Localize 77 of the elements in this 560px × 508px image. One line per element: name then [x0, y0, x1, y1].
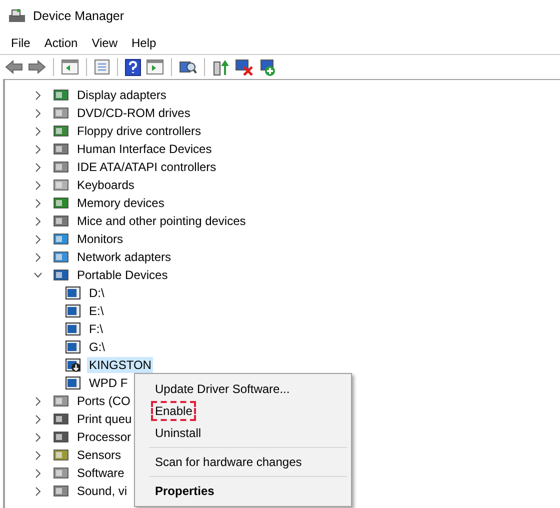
device-category-icon: [53, 178, 69, 192]
device-category-icon: [53, 196, 69, 210]
expand-chevron-icon[interactable]: [34, 198, 42, 208]
tree-item[interactable]: WPD F: [87, 375, 130, 391]
tree-item[interactable]: Monitors: [75, 231, 126, 247]
tree-item[interactable]: Sensors: [75, 447, 124, 463]
menu-item[interactable]: Properties: [151, 481, 218, 501]
device-category-icon: [53, 88, 69, 102]
tree-item[interactable]: Print queu: [75, 411, 134, 427]
tree-item[interactable]: Mice and other pointing devices: [75, 213, 248, 229]
menu-item[interactable]: Scan for hardware changes: [151, 452, 306, 472]
scan-icon[interactable]: [179, 59, 197, 75]
expand-chevron-icon[interactable]: [34, 108, 42, 118]
tree-item[interactable]: Sound, vi: [75, 483, 130, 499]
device-category-icon: [53, 466, 69, 480]
back-arrow-icon[interactable]: [5, 60, 23, 74]
menu-item[interactable]: Update Driver Software...: [151, 379, 294, 399]
device-category-icon: [53, 232, 69, 246]
device-category-icon: [53, 214, 69, 228]
add-device-icon[interactable]: [258, 58, 276, 76]
window-title: Device Manager: [33, 9, 124, 23]
tree-item[interactable]: Memory devices: [75, 195, 166, 211]
tree-item[interactable]: DVD/CD-ROM drives: [75, 105, 192, 121]
tree-item[interactable]: IDE ATA/ATAPI controllers: [75, 159, 218, 175]
tree-item[interactable]: Keyboards: [75, 177, 136, 193]
tree-item[interactable]: Human Interface Devices: [75, 141, 214, 157]
tree-item[interactable]: D:\: [87, 285, 106, 301]
device-category-icon: [53, 394, 69, 408]
tree-item[interactable]: G:\: [87, 339, 108, 355]
expand-chevron-icon[interactable]: [34, 90, 42, 100]
pane-icon[interactable]: [61, 59, 79, 75]
expand-chevron-icon[interactable]: [34, 162, 42, 172]
tree-item[interactable]: Network adapters: [75, 249, 174, 265]
menu-item[interactable]: Action: [37, 36, 85, 50]
tree-item[interactable]: E:\: [87, 303, 106, 319]
app-icon: [8, 8, 26, 24]
menu-item[interactable]: File: [4, 36, 38, 50]
properties-icon[interactable]: [94, 59, 110, 75]
menu-item[interactable]: Help: [124, 36, 164, 50]
device-category-icon: [53, 430, 69, 444]
menu-item[interactable]: View: [84, 36, 124, 50]
expand-chevron-icon[interactable]: [34, 216, 42, 226]
expand-chevron-icon[interactable]: [34, 234, 42, 244]
collapse-chevron-icon[interactable]: [34, 270, 42, 280]
menu-item[interactable]: Uninstall: [151, 423, 206, 443]
device-category-icon: [53, 124, 69, 138]
device-category-icon: [53, 268, 69, 282]
tree-item[interactable]: Ports (CO: [75, 393, 132, 409]
expand-chevron-icon[interactable]: [34, 432, 42, 442]
expand-chevron-icon[interactable]: [34, 414, 42, 424]
tree-item[interactable]: Portable Devices: [75, 267, 170, 283]
expand-chevron-icon[interactable]: [34, 126, 42, 136]
expand-chevron-icon[interactable]: [34, 450, 42, 460]
menu-item[interactable]: Enable: [151, 401, 196, 421]
tree-item[interactable]: Floppy drive controllers: [75, 123, 204, 139]
device-category-icon: [53, 250, 69, 264]
update-icon[interactable]: [212, 58, 230, 76]
expand-chevron-icon[interactable]: [34, 468, 42, 478]
tree-item[interactable]: Software: [75, 465, 126, 481]
device-category-icon: [53, 106, 69, 120]
expand-chevron-icon[interactable]: [34, 486, 42, 496]
device-category-icon: [53, 160, 69, 174]
disable-device-icon[interactable]: [235, 58, 253, 76]
expand-chevron-icon[interactable]: [34, 396, 42, 406]
expand-chevron-icon[interactable]: [34, 252, 42, 262]
device-category-icon: [53, 142, 69, 156]
tree-item[interactable]: Display adapters: [75, 87, 168, 103]
expand-chevron-icon[interactable]: [34, 144, 42, 154]
pane-icon[interactable]: [146, 59, 164, 75]
tree-item[interactable]: F:\: [87, 321, 105, 337]
forward-arrow-icon[interactable]: [28, 60, 46, 74]
expand-chevron-icon[interactable]: [34, 180, 42, 190]
device-category-icon: [53, 484, 69, 498]
device-category-icon: [53, 448, 69, 462]
device-category-icon: [53, 412, 69, 426]
help-icon[interactable]: [125, 58, 141, 76]
tree-item[interactable]: Processor: [75, 429, 134, 445]
